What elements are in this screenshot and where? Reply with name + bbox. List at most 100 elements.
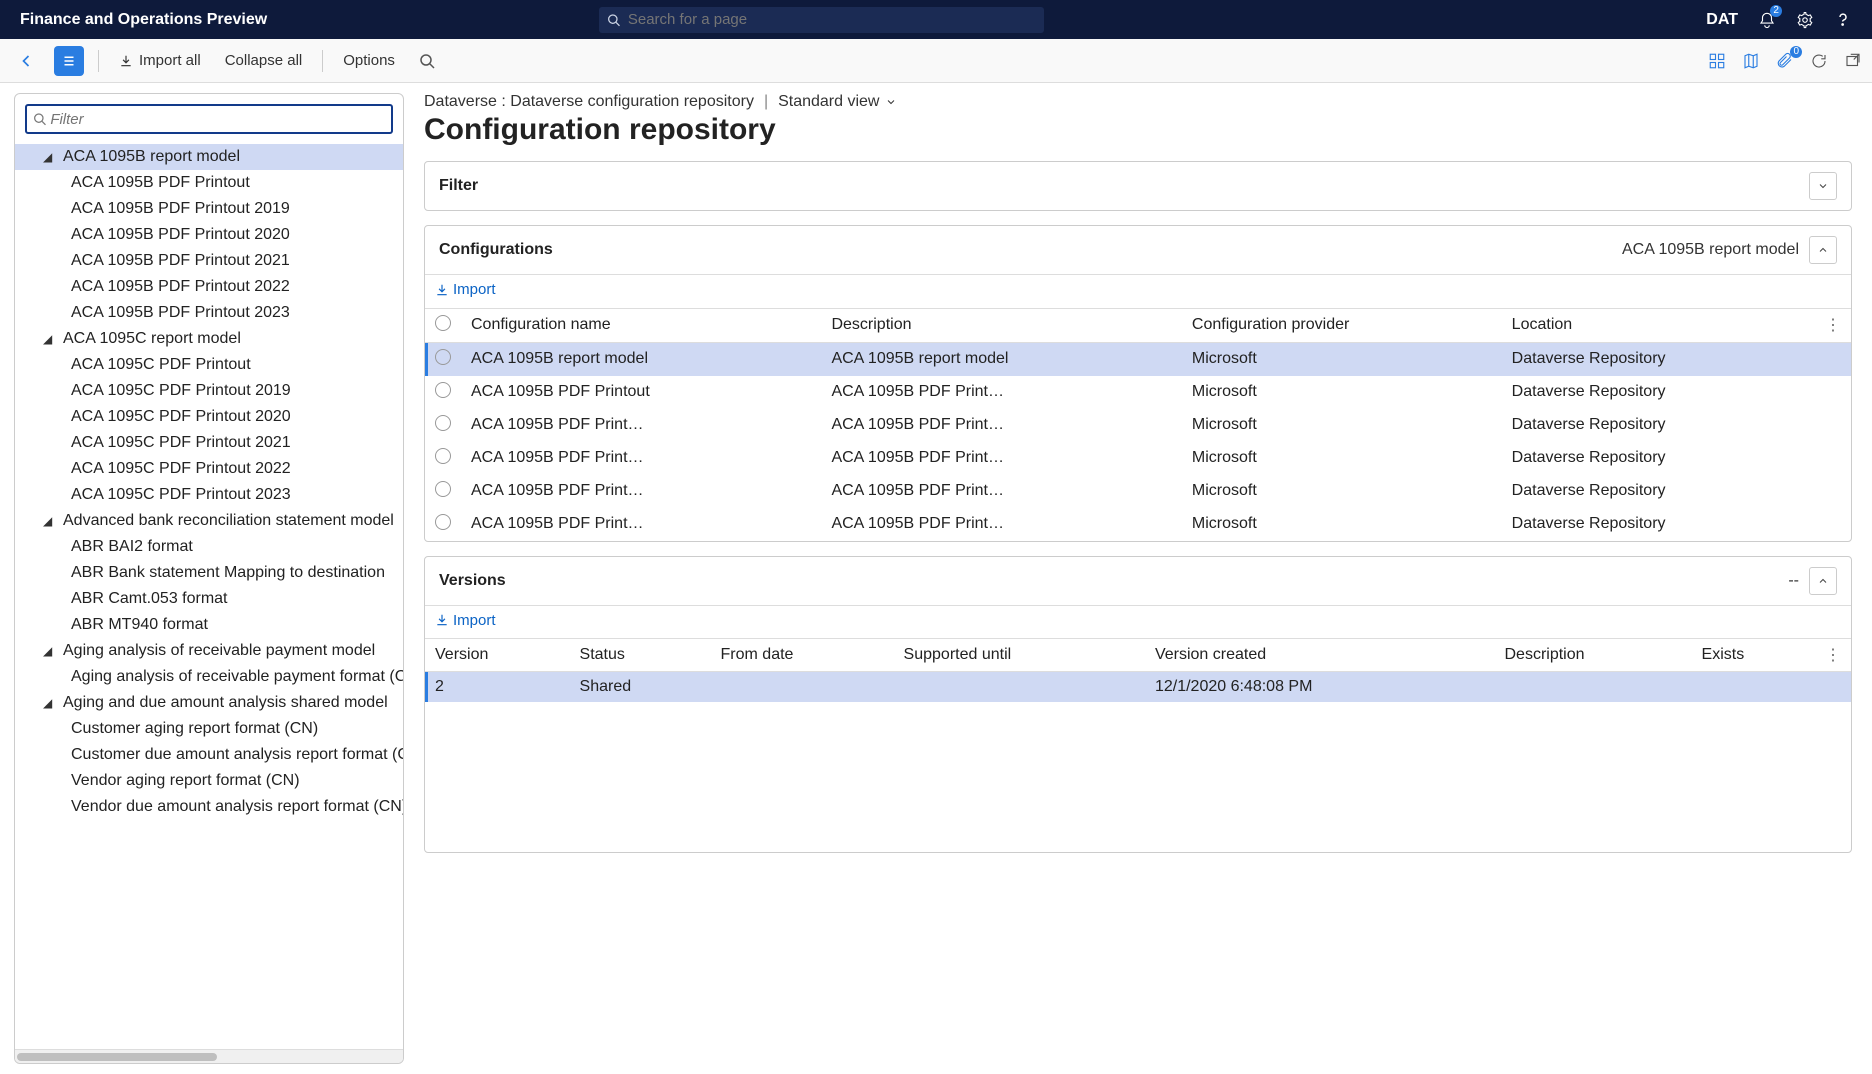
tree-child-node[interactable]: ACA 1095C PDF Printout 2019: [15, 378, 403, 404]
tree-child-node[interactable]: ACA 1095B PDF Printout 2021: [15, 248, 403, 274]
collapse-all-button[interactable]: Collapse all: [219, 48, 309, 73]
tree-child-node[interactable]: ACA 1095C PDF Printout 2021: [15, 430, 403, 456]
col-provider[interactable]: Configuration provider: [1182, 309, 1502, 343]
nav-pane-toggle[interactable]: [54, 46, 84, 76]
tree-node-label: ACA 1095B PDF Printout 2023: [71, 300, 290, 326]
config-row[interactable]: ACA 1095B PDF Printout ...ACA 1095B PDF …: [425, 409, 1851, 442]
config-import-button[interactable]: Import: [435, 281, 496, 298]
cell-description: ACA 1095B PDF Printout f...: [821, 376, 1181, 409]
import-all-button[interactable]: Import all: [113, 48, 207, 73]
row-selector[interactable]: [425, 475, 461, 508]
import-all-label: Import all: [139, 52, 201, 69]
config-row[interactable]: ACA 1095B PDF Printout ...ACA 1095B PDF …: [425, 442, 1851, 475]
help-icon[interactable]: [1834, 11, 1852, 29]
map-icon[interactable]: [1742, 52, 1760, 70]
col-location[interactable]: Location: [1502, 309, 1815, 343]
tree-child-node[interactable]: Customer due amount analysis report form…: [15, 742, 403, 768]
options-button[interactable]: Options: [337, 48, 401, 73]
tree-child-node[interactable]: Vendor due amount analysis report format…: [15, 794, 403, 820]
grid-more-icon[interactable]: ⋮: [1815, 639, 1851, 672]
tree-child-node[interactable]: ABR Camt.053 format: [15, 586, 403, 612]
global-search-input[interactable]: [628, 11, 1036, 28]
tree-parent-node[interactable]: ◢ACA 1095C report model: [15, 326, 403, 352]
settings-icon[interactable]: [1796, 11, 1814, 29]
tree-child-node[interactable]: Aging analysis of receivable payment for…: [15, 664, 403, 690]
grid-more-icon[interactable]: ⋮: [1815, 309, 1851, 343]
configurations-collapse-button[interactable]: [1809, 236, 1837, 264]
versions-collapse-button[interactable]: [1809, 567, 1837, 595]
view-selector[interactable]: Standard view: [778, 93, 897, 111]
version-import-button[interactable]: Import: [435, 612, 496, 629]
tree-child-node[interactable]: ACA 1095C PDF Printout 2020: [15, 404, 403, 430]
tree-parent-node[interactable]: ◢Advanced bank reconciliation statement …: [15, 508, 403, 534]
tree-child-node[interactable]: Customer aging report format (CN): [15, 716, 403, 742]
row-selector[interactable]: [425, 508, 461, 541]
config-row[interactable]: ACA 1095B PDF Printout ...ACA 1095B PDF …: [425, 508, 1851, 541]
row-selector[interactable]: [425, 409, 461, 442]
refresh-icon[interactable]: [1810, 52, 1828, 70]
col-description[interactable]: Description: [821, 309, 1181, 343]
tree-child-node[interactable]: ACA 1095C PDF Printout 2023: [15, 482, 403, 508]
tree-child-node[interactable]: ACA 1095B PDF Printout 2023: [15, 300, 403, 326]
tree-node-label: ACA 1095B PDF Printout: [71, 170, 250, 196]
col-version[interactable]: Version: [425, 639, 570, 672]
tree-parent-node[interactable]: ◢ACA 1095B report model: [15, 144, 403, 170]
caret-icon: ◢: [43, 326, 52, 352]
col-version-created[interactable]: Version created: [1145, 639, 1495, 672]
global-search[interactable]: [599, 7, 1044, 33]
cell-location: Dataverse Repository: [1502, 409, 1815, 442]
config-import-label: Import: [453, 281, 496, 298]
cell-description: ACA 1095B PDF Printout f...: [821, 409, 1181, 442]
config-row[interactable]: ACA 1095B PDF Printout ...ACA 1095B PDF …: [425, 475, 1851, 508]
col-supported-until[interactable]: Supported until: [894, 639, 1145, 672]
tree-child-node[interactable]: ACA 1095C PDF Printout 2022: [15, 456, 403, 482]
row-selector[interactable]: [425, 442, 461, 475]
config-row[interactable]: ACA 1095B PDF PrintoutACA 1095B PDF Prin…: [425, 376, 1851, 409]
row-selector[interactable]: [425, 376, 461, 409]
topbar: Finance and Operations Preview DAT 2: [0, 0, 1872, 39]
scrollbar-thumb[interactable]: [17, 1053, 217, 1061]
toolbar-search-button[interactable]: [413, 49, 441, 73]
col-config-name[interactable]: Configuration name: [461, 309, 821, 343]
cell-description: ACA 1095B PDF Printout f...: [821, 475, 1181, 508]
attachments-icon[interactable]: 0: [1776, 52, 1794, 70]
tree-child-node[interactable]: ABR BAI2 format: [15, 534, 403, 560]
tree-child-node[interactable]: ACA 1095B PDF Printout 2022: [15, 274, 403, 300]
col-description[interactable]: Description: [1494, 639, 1691, 672]
configurations-panel-header[interactable]: Configurations ACA 1095B report model: [425, 226, 1851, 275]
tree-child-node[interactable]: Vendor aging report format (CN): [15, 768, 403, 794]
tree-child-node[interactable]: ACA 1095B PDF Printout 2019: [15, 196, 403, 222]
col-from-date[interactable]: From date: [711, 639, 894, 672]
select-all-header[interactable]: [425, 309, 461, 343]
configurations-panel-title: Configurations: [439, 241, 553, 259]
tree-node-label: ACA 1095C PDF Printout: [71, 352, 251, 378]
row-selector[interactable]: [425, 342, 461, 376]
version-row[interactable]: 2Shared12/1/2020 6:48:08 PM: [425, 672, 1851, 703]
tree-child-node[interactable]: ACA 1095C PDF Printout: [15, 352, 403, 378]
tree-child-node[interactable]: ABR Bank statement Mapping to destinatio…: [15, 560, 403, 586]
notifications-icon[interactable]: 2: [1758, 11, 1776, 29]
tree-child-node[interactable]: ACA 1095B PDF Printout: [15, 170, 403, 196]
config-row[interactable]: ACA 1095B report modelACA 1095B report m…: [425, 342, 1851, 376]
tree-parent-node[interactable]: ◢Aging analysis of receivable payment mo…: [15, 638, 403, 664]
tree-node-label: Vendor due amount analysis report format…: [71, 794, 403, 820]
tree-parent-node[interactable]: ◢Aging and due amount analysis shared mo…: [15, 690, 403, 716]
chevron-up-icon: [1817, 575, 1829, 587]
tree-child-node[interactable]: ACA 1095B PDF Printout 2020: [15, 222, 403, 248]
filter-expand-button[interactable]: [1809, 172, 1837, 200]
cell-location: Dataverse Repository: [1502, 442, 1815, 475]
tree-horizontal-scrollbar[interactable]: [15, 1049, 403, 1063]
col-status[interactable]: Status: [570, 639, 711, 672]
col-exists[interactable]: Exists: [1692, 639, 1815, 672]
versions-panel-header[interactable]: Versions --: [425, 557, 1851, 606]
tree-child-node[interactable]: ABR MT940 format: [15, 612, 403, 638]
back-button[interactable]: [10, 47, 42, 75]
popout-icon[interactable]: [1844, 52, 1862, 70]
filter-panel-header[interactable]: Filter: [425, 162, 1851, 210]
tree-node-label: Customer aging report format (CN): [71, 716, 318, 742]
tree-filter[interactable]: [25, 104, 393, 134]
config-tree[interactable]: ◢ACA 1095B report modelACA 1095B PDF Pri…: [15, 144, 403, 1049]
tree-filter-input[interactable]: [50, 111, 385, 128]
company-switcher[interactable]: DAT: [1706, 11, 1738, 29]
grid-icon[interactable]: [1708, 52, 1726, 70]
